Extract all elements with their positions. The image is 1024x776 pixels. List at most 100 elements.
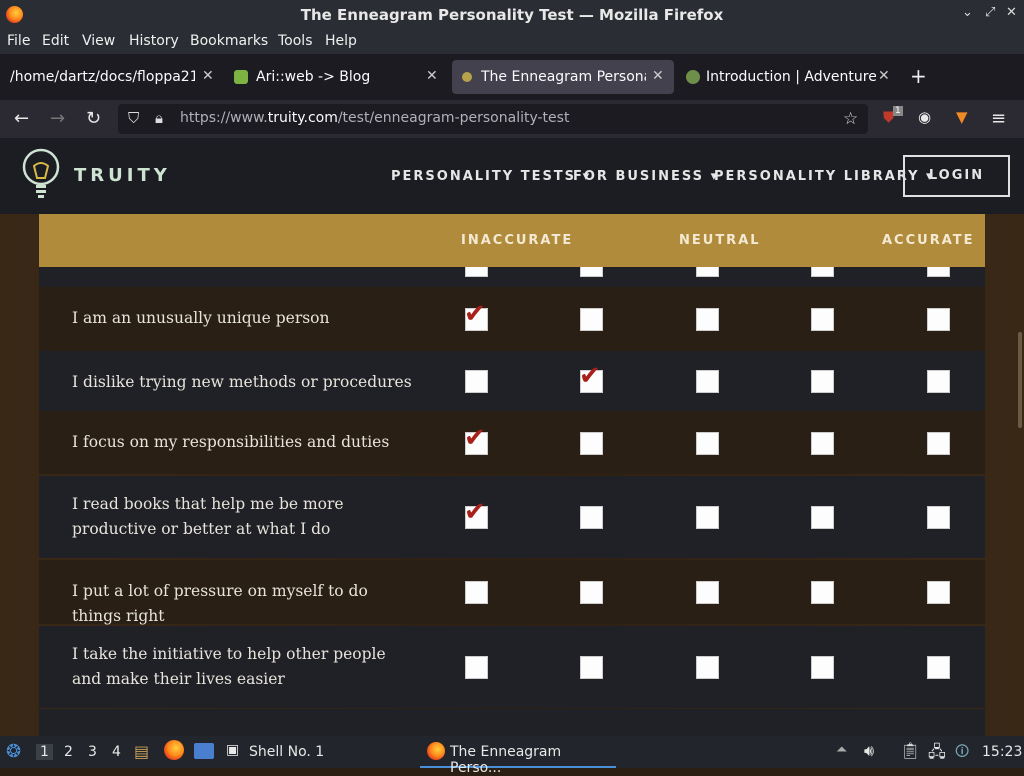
tab-enneagram[interactable]: The Enneagram Personal ✕ xyxy=(452,60,674,94)
close-tab-icon[interactable]: ✕ xyxy=(878,68,890,84)
question-row: I am an unusually unique person ✔ xyxy=(39,287,985,351)
close-tab-icon[interactable]: ✕ xyxy=(426,68,438,84)
answer-checkbox[interactable] xyxy=(580,656,603,679)
clipboard-icon[interactable]: 📋︎ xyxy=(900,741,920,760)
tab-label: Ari::web -> Blog xyxy=(256,69,371,85)
menu-tools[interactable]: Tools xyxy=(278,33,313,49)
forward-icon[interactable]: → xyxy=(50,108,65,129)
tab-introduction[interactable]: Introduction | Adventure ✕ xyxy=(678,60,900,94)
url-text[interactable]: https://www.truity.com/test/enneagram-pe… xyxy=(180,110,569,126)
answer-checkbox[interactable]: ✔ xyxy=(464,499,488,529)
tab-label: /home/dartz/docs/floppa21.h xyxy=(10,69,195,85)
volume-icon[interactable]: 🔊︎ xyxy=(864,741,874,761)
answer-checkbox[interactable]: ✔ xyxy=(464,301,488,331)
answer-checkbox[interactable] xyxy=(696,656,719,679)
minimize-icon[interactable]: ⌄ xyxy=(962,5,973,20)
answer-checkbox[interactable] xyxy=(696,370,719,393)
answer-checkbox[interactable] xyxy=(927,581,950,604)
terminal-icon[interactable]: ▣ xyxy=(226,742,239,758)
answer-checkbox[interactable] xyxy=(580,308,603,331)
close-tab-icon[interactable]: ✕ xyxy=(652,68,664,84)
question-text: I read books that help me be more produc… xyxy=(72,495,344,538)
file-manager-icon[interactable]: ▤ xyxy=(134,742,149,761)
close-window-icon[interactable]: ✕ xyxy=(1006,5,1017,20)
notification-icon[interactable]: 🛈 xyxy=(955,741,969,765)
truity-logo-text[interactable]: TRUITY xyxy=(74,165,171,186)
truity-favicon-icon xyxy=(462,72,472,82)
firefox-launcher-icon[interactable] xyxy=(164,740,184,760)
answer-checkbox[interactable] xyxy=(580,506,603,529)
workspace-4[interactable]: 4 xyxy=(112,744,121,760)
tray-up-icon[interactable]: ⏶ xyxy=(836,742,847,758)
answer-checkbox[interactable] xyxy=(811,308,834,331)
desktop-icon[interactable] xyxy=(194,743,214,759)
hamburger-menu-icon[interactable]: ≡ xyxy=(991,108,1006,129)
answer-checkbox[interactable] xyxy=(811,581,834,604)
window-title: The Enneagram Personality Test — Mozilla… xyxy=(300,6,724,24)
answer-checkbox[interactable] xyxy=(580,581,603,604)
workspace-3[interactable]: 3 xyxy=(88,744,97,760)
url-bar[interactable]: ⛉ 🔒︎ https://www.truity.com/test/enneagr… xyxy=(118,104,868,134)
answer-checkbox[interactable] xyxy=(696,432,719,455)
restore-icon[interactable]: ⤢ xyxy=(985,5,995,20)
answer-checkbox[interactable] xyxy=(696,308,719,331)
back-icon[interactable]: ← xyxy=(14,108,29,129)
menu-file[interactable]: File xyxy=(7,33,30,49)
answer-checkbox[interactable]: ✔ xyxy=(464,425,488,455)
shield-icon[interactable]: ⛉ xyxy=(128,109,139,127)
login-button[interactable]: LOGIN xyxy=(903,155,1010,197)
navigation-bar: ← → ↻ ⛉ 🔒︎ https://www.truity.com/test/e… xyxy=(0,100,1024,138)
new-tab-icon[interactable]: + xyxy=(910,64,927,88)
answer-checkbox[interactable] xyxy=(811,656,834,679)
menu-view[interactable]: View xyxy=(82,33,115,49)
bookmark-star-icon[interactable]: ☆ xyxy=(843,109,858,129)
scrollbar-thumb[interactable] xyxy=(1018,332,1022,428)
nav-for-business[interactable]: FOR BUSINESS ▾ xyxy=(573,169,719,184)
scale-header: INACCURATE NEUTRAL ACCURATE xyxy=(39,214,985,267)
answer-checkbox[interactable] xyxy=(696,506,719,529)
start-menu-icon[interactable]: ❂ xyxy=(6,741,21,762)
extension-badge: 1 xyxy=(893,106,903,116)
workspace-1[interactable]: 1 xyxy=(36,744,53,760)
question-text: I put a lot of pressure on myself to do … xyxy=(72,582,368,625)
nav-personality-library[interactable]: PERSONALITY LIBRARY ▾ xyxy=(714,169,935,184)
tab-ariweb[interactable]: Ari::web -> Blog ✕ xyxy=(226,60,448,94)
answer-checkbox[interactable] xyxy=(580,432,603,455)
menu-bookmarks[interactable]: Bookmarks xyxy=(190,33,268,49)
answer-checkbox[interactable] xyxy=(811,432,834,455)
menu-history[interactable]: History xyxy=(129,33,179,49)
active-task[interactable]: The Enneagram Perso... xyxy=(420,736,616,776)
nav-personality-tests[interactable]: PERSONALITY TESTS ▾ xyxy=(391,169,591,184)
truity-logo-icon[interactable] xyxy=(20,148,62,200)
answer-checkbox[interactable] xyxy=(696,581,719,604)
network-icon[interactable]: 🖧 xyxy=(928,741,946,768)
close-tab-icon[interactable]: ✕ xyxy=(202,68,214,84)
tab-floppa[interactable]: /home/dartz/docs/floppa21.h ✕ xyxy=(0,60,224,94)
active-task-label: The Enneagram Perso... xyxy=(450,744,562,776)
menu-help[interactable]: Help xyxy=(325,33,357,49)
lock-icon[interactable]: 🔒︎ xyxy=(155,109,163,127)
answer-checkbox[interactable] xyxy=(465,370,488,393)
question-text: I dislike trying new methods or procedur… xyxy=(72,373,412,391)
answer-checkbox[interactable]: ✔ xyxy=(579,363,603,393)
menu-edit[interactable]: Edit xyxy=(42,33,69,49)
question-row: I dislike trying new methods or procedur… xyxy=(39,351,985,411)
extension-icon[interactable]: ▼ xyxy=(956,108,968,126)
reload-icon[interactable]: ↻ xyxy=(86,108,101,129)
answer-checkbox[interactable] xyxy=(927,656,950,679)
question-row: I take the initiative to help other peop… xyxy=(39,626,985,708)
answer-checkbox[interactable] xyxy=(927,506,950,529)
workspace-2[interactable]: 2 xyxy=(64,744,73,760)
answer-checkbox[interactable] xyxy=(465,581,488,604)
answer-checkbox[interactable] xyxy=(811,506,834,529)
answer-checkbox[interactable] xyxy=(927,432,950,455)
answer-checkbox[interactable] xyxy=(927,370,950,393)
privacy-mask-icon[interactable]: ◉ xyxy=(918,108,931,126)
shell-task[interactable]: Shell No. 1 xyxy=(249,744,324,760)
answer-checkbox[interactable] xyxy=(927,308,950,331)
answer-checkbox[interactable] xyxy=(811,370,834,393)
answer-checkbox[interactable] xyxy=(465,656,488,679)
question-text: I am an unusually unique person xyxy=(72,309,330,327)
adventure-favicon-icon xyxy=(686,70,700,84)
tab-label: The Enneagram Personal xyxy=(481,69,646,85)
